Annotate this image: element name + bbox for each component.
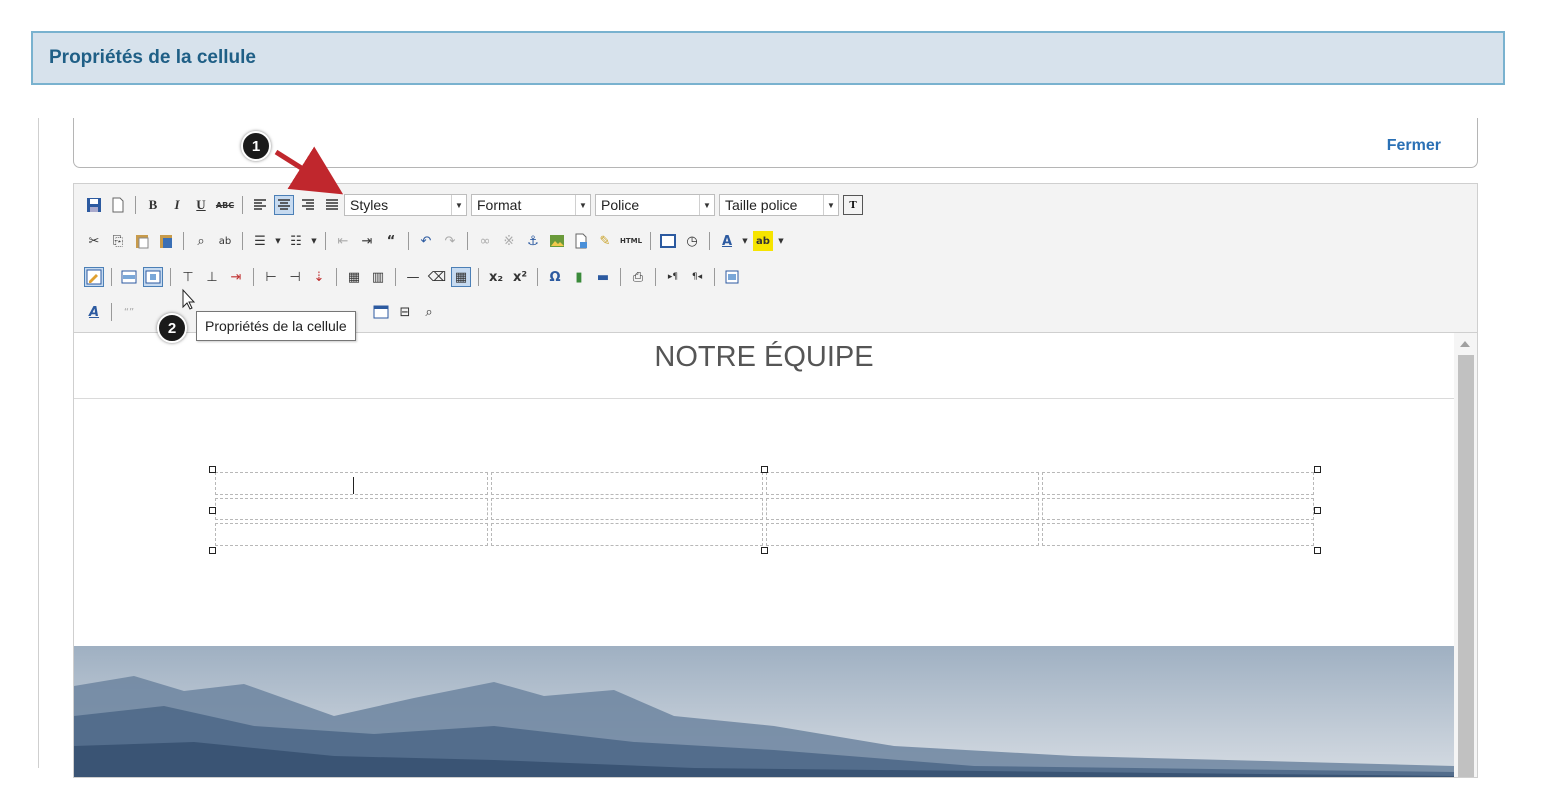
callout-marker-1: 1 <box>241 131 271 161</box>
callout-arrow <box>274 146 344 195</box>
callout-marker-2: 2 <box>157 313 187 343</box>
mouse-pointer-icon <box>182 288 196 310</box>
screenshot: Propriétés de la cellule Fermer B I U AB… <box>0 0 1542 792</box>
annotation-overlay <box>182 146 344 310</box>
